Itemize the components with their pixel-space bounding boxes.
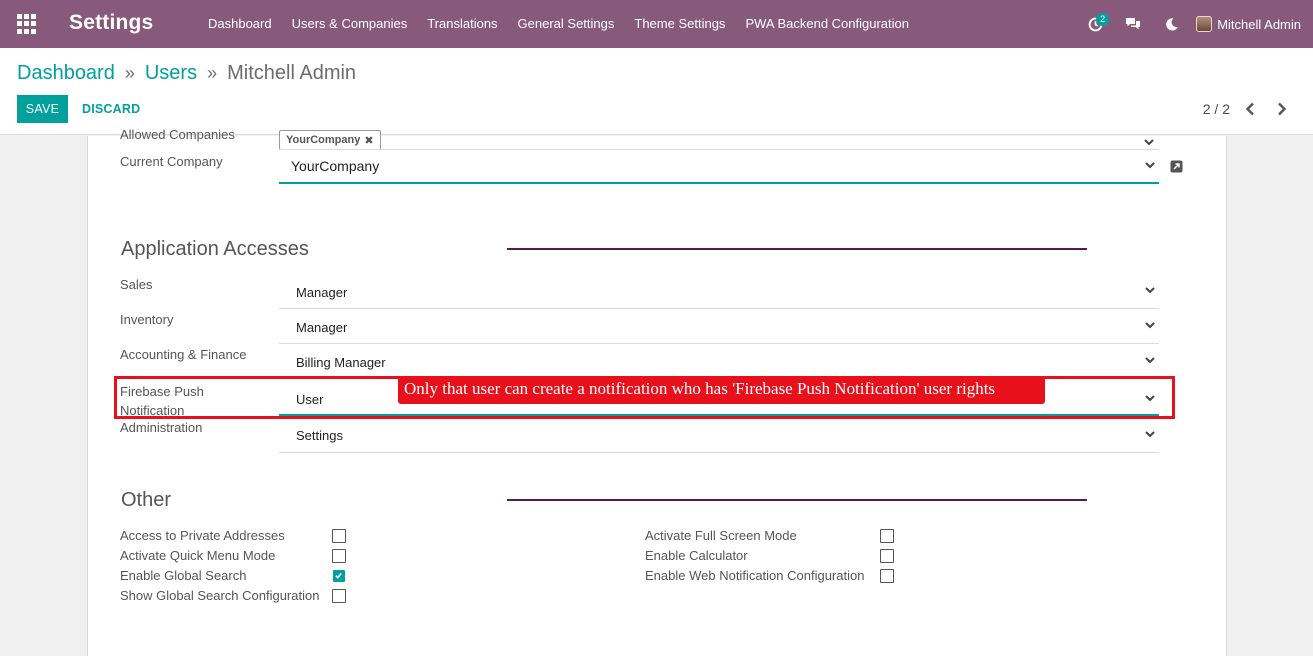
comments-icon bbox=[1126, 18, 1141, 30]
sales-access-value: Manager bbox=[296, 285, 348, 300]
inventory-label: Inventory bbox=[120, 312, 174, 327]
chevron-down-icon bbox=[1145, 431, 1155, 438]
external-link-button[interactable] bbox=[1170, 160, 1184, 174]
allowed-company-tag: YourCompany ✖ bbox=[279, 130, 381, 150]
chevron-down-icon bbox=[1144, 139, 1154, 146]
checkbox-label: Activate Quick Menu Mode bbox=[120, 548, 276, 563]
user-name: Mitchell Admin bbox=[1217, 16, 1301, 32]
calculator-checkbox[interactable] bbox=[880, 549, 894, 563]
chevron-down-icon bbox=[1145, 287, 1155, 294]
external-link-icon bbox=[1170, 160, 1183, 173]
access-private-addresses-checkbox[interactable] bbox=[332, 529, 346, 543]
menu-item-users-companies[interactable]: Users & Companies bbox=[282, 0, 418, 48]
checkbox-label: Access to Private Addresses bbox=[120, 528, 285, 543]
allowed-company-tag-label: YourCompany bbox=[286, 134, 361, 146]
administration-label: Administration bbox=[120, 420, 203, 435]
inventory-access-value: Manager bbox=[296, 320, 348, 335]
chevron-left-icon bbox=[1245, 102, 1254, 116]
global-search-checkbox[interactable] bbox=[333, 570, 345, 582]
app-title: Settings bbox=[69, 11, 154, 34]
administration-access-value: Settings bbox=[296, 428, 343, 443]
chevron-down-icon bbox=[1145, 395, 1155, 402]
activity-count-badge: 2 bbox=[1096, 13, 1110, 26]
menu-item-theme-settings[interactable]: Theme Settings bbox=[624, 0, 735, 48]
quick-menu-mode-checkbox[interactable] bbox=[332, 549, 346, 563]
full-screen-mode-checkbox[interactable] bbox=[880, 529, 894, 543]
application-accesses-title: Application Accesses bbox=[121, 238, 309, 260]
moon-icon bbox=[1165, 17, 1178, 30]
breadcrumb-current: Mitchell Admin bbox=[227, 62, 357, 84]
pager-value: 2 / 2 bbox=[1202, 101, 1230, 117]
check-icon bbox=[335, 572, 342, 579]
breadcrumb-users[interactable]: Users bbox=[145, 62, 197, 85]
accounting-finance-label: Accounting & Finance bbox=[120, 347, 247, 362]
breadcrumb-separator: » bbox=[207, 63, 218, 83]
accounting-access-select[interactable]: Billing Manager bbox=[279, 343, 1159, 379]
current-company-field[interactable]: YourCompany bbox=[279, 148, 1159, 184]
messaging-button[interactable] bbox=[1114, 0, 1152, 48]
chevron-down-icon bbox=[1145, 357, 1155, 364]
allowed-companies-label: Allowed Companies bbox=[120, 127, 235, 142]
allowed-companies-dropdown[interactable] bbox=[1143, 136, 1157, 148]
firebase-access-value: User bbox=[296, 392, 324, 407]
menu-item-translations[interactable]: Translations bbox=[417, 0, 507, 48]
checkbox-label: Enable Web Notification Configuration bbox=[645, 568, 865, 583]
checkbox-label: Enable Global Search bbox=[120, 568, 247, 583]
web-notification-configuration-checkbox[interactable] bbox=[880, 569, 894, 583]
systray: 2 Mitchell Admin bbox=[1076, 0, 1313, 48]
top-navbar: Settings Dashboard Users & Companies Tra… bbox=[0, 0, 1313, 48]
menu-item-general-settings[interactable]: General Settings bbox=[508, 0, 625, 48]
activity-button[interactable]: 2 bbox=[1076, 0, 1114, 48]
pager-previous-button[interactable] bbox=[1240, 98, 1260, 120]
pager-next-button[interactable] bbox=[1272, 98, 1292, 120]
current-company-value: YourCompany bbox=[291, 158, 380, 174]
firebase-push-notification-label: Firebase Push Notification bbox=[120, 384, 204, 418]
dark-mode-toggle[interactable] bbox=[1152, 0, 1190, 48]
administration-access-select[interactable]: Settings bbox=[279, 417, 1159, 453]
checkbox-label: Show Global Search Configuration bbox=[120, 588, 320, 603]
discard-button[interactable]: DISCARD bbox=[76, 95, 146, 123]
checkbox-label: Activate Full Screen Mode bbox=[645, 528, 797, 543]
other-section-title: Other bbox=[121, 489, 172, 511]
chevron-down-icon bbox=[1145, 162, 1155, 169]
current-company-label: Current Company bbox=[120, 154, 223, 169]
inventory-access-select[interactable]: Manager bbox=[279, 308, 1159, 344]
menu-item-pwa-backend-configuration[interactable]: PWA Backend Configuration bbox=[735, 0, 919, 48]
remove-tag-icon[interactable]: ✖ bbox=[364, 134, 373, 147]
sales-access-select[interactable]: Manager bbox=[279, 273, 1159, 309]
section-divider bbox=[507, 499, 1087, 501]
control-panel: Dashboard » Users » Mitchell Admin SAVE … bbox=[0, 48, 1313, 135]
accounting-access-value: Billing Manager bbox=[296, 355, 386, 370]
user-menu[interactable]: Mitchell Admin bbox=[1190, 0, 1313, 48]
breadcrumb-dashboard[interactable]: Dashboard bbox=[17, 62, 115, 85]
sales-label: Sales bbox=[120, 277, 153, 292]
annotation-callout: Only that user can create a notification… bbox=[398, 377, 1045, 404]
breadcrumb: Dashboard » Users » Mitchell Admin bbox=[17, 62, 356, 85]
user-avatar bbox=[1196, 16, 1213, 32]
breadcrumb-separator: » bbox=[124, 63, 135, 83]
save-button[interactable]: SAVE bbox=[17, 95, 68, 123]
chevron-down-icon bbox=[1145, 322, 1155, 329]
chevron-right-icon bbox=[1278, 102, 1287, 116]
menu-item-dashboard[interactable]: Dashboard bbox=[198, 0, 282, 48]
checkbox-label: Enable Calculator bbox=[645, 548, 748, 563]
apps-menu-icon[interactable] bbox=[17, 14, 37, 34]
main-menu: Dashboard Users & Companies Translations… bbox=[198, 0, 919, 48]
global-search-configuration-checkbox[interactable] bbox=[332, 589, 346, 603]
section-divider bbox=[507, 248, 1087, 250]
